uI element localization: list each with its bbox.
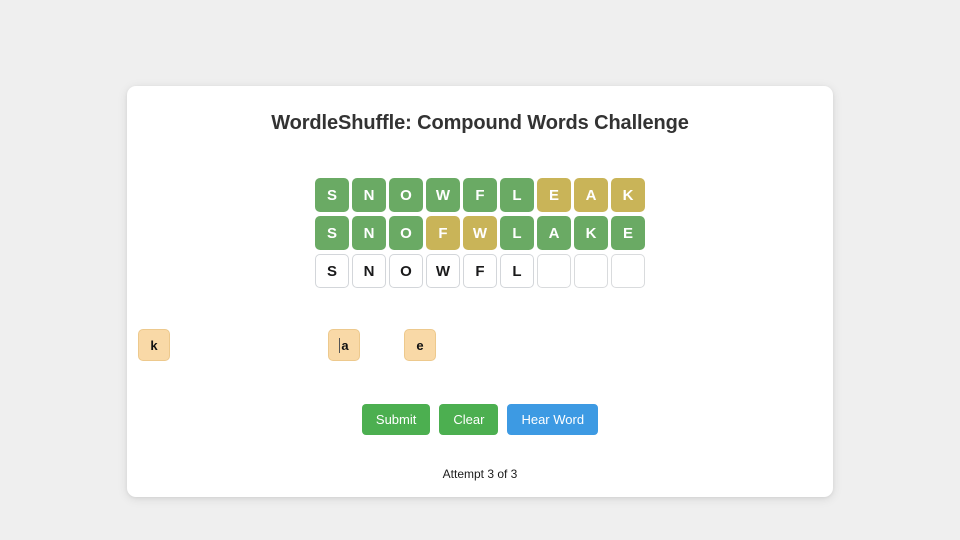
letter-tile: F xyxy=(426,216,460,250)
clear-button[interactable]: Clear xyxy=(439,404,499,435)
pool-letter-label: a xyxy=(341,337,349,353)
letter-tile[interactable] xyxy=(611,254,645,288)
letter-tile: L xyxy=(500,216,534,250)
letter-tile: S xyxy=(315,178,349,212)
letter-tile: O xyxy=(389,178,423,212)
letter-tile: E xyxy=(537,178,571,212)
letter-tile: N xyxy=(352,216,386,250)
pool-letter-tile[interactable]: k xyxy=(138,329,170,361)
letter-tile: N xyxy=(352,178,386,212)
pool-letter-tile[interactable]: e xyxy=(404,329,436,361)
action-buttons: Submit Clear Hear Word xyxy=(127,404,833,435)
letter-tile: S xyxy=(315,216,349,250)
letter-pool: kae xyxy=(127,329,833,365)
page-title: WordleShuffle: Compound Words Challenge xyxy=(271,112,689,134)
guess-row-1: SNOWFLEAK xyxy=(315,178,645,212)
guess-row-2: SNOFWLAKE xyxy=(315,216,645,250)
letter-tile[interactable] xyxy=(574,254,608,288)
letter-tile[interactable]: W xyxy=(426,254,460,288)
letter-tile[interactable]: F xyxy=(463,254,497,288)
game-card: WordleShuffle: Compound Words Challenge … xyxy=(127,86,833,497)
app-root: WordleShuffle: Compound Words Challenge … xyxy=(0,0,960,540)
letter-tile: W xyxy=(426,178,460,212)
guess-row-3: SNOWFL xyxy=(315,254,645,288)
letter-tile[interactable]: O xyxy=(389,254,423,288)
letter-tile: F xyxy=(463,178,497,212)
pool-letter-label: k xyxy=(150,337,158,353)
letter-tile: A xyxy=(537,216,571,250)
letter-tile: A xyxy=(574,178,608,212)
letter-tile[interactable]: S xyxy=(315,254,349,288)
text-caret xyxy=(339,337,341,353)
letter-tile[interactable]: L xyxy=(500,254,534,288)
pool-letter-tile[interactable]: a xyxy=(328,329,360,361)
letter-tile[interactable] xyxy=(537,254,571,288)
letter-tile: K xyxy=(611,178,645,212)
letter-tile: O xyxy=(389,216,423,250)
letter-tile: L xyxy=(500,178,534,212)
word-grid: SNOWFLEAKSNOFWLAKESNOWFL xyxy=(127,178,833,288)
pool-letter-label: e xyxy=(416,337,424,353)
letter-tile: W xyxy=(463,216,497,250)
hear-word-button[interactable]: Hear Word xyxy=(507,404,599,435)
letter-tile: E xyxy=(611,216,645,250)
submit-button[interactable]: Submit xyxy=(361,404,431,435)
letter-tile: K xyxy=(574,216,608,250)
attempt-status: Attempt 3 of 3 xyxy=(442,467,518,481)
letter-tile[interactable]: N xyxy=(352,254,386,288)
